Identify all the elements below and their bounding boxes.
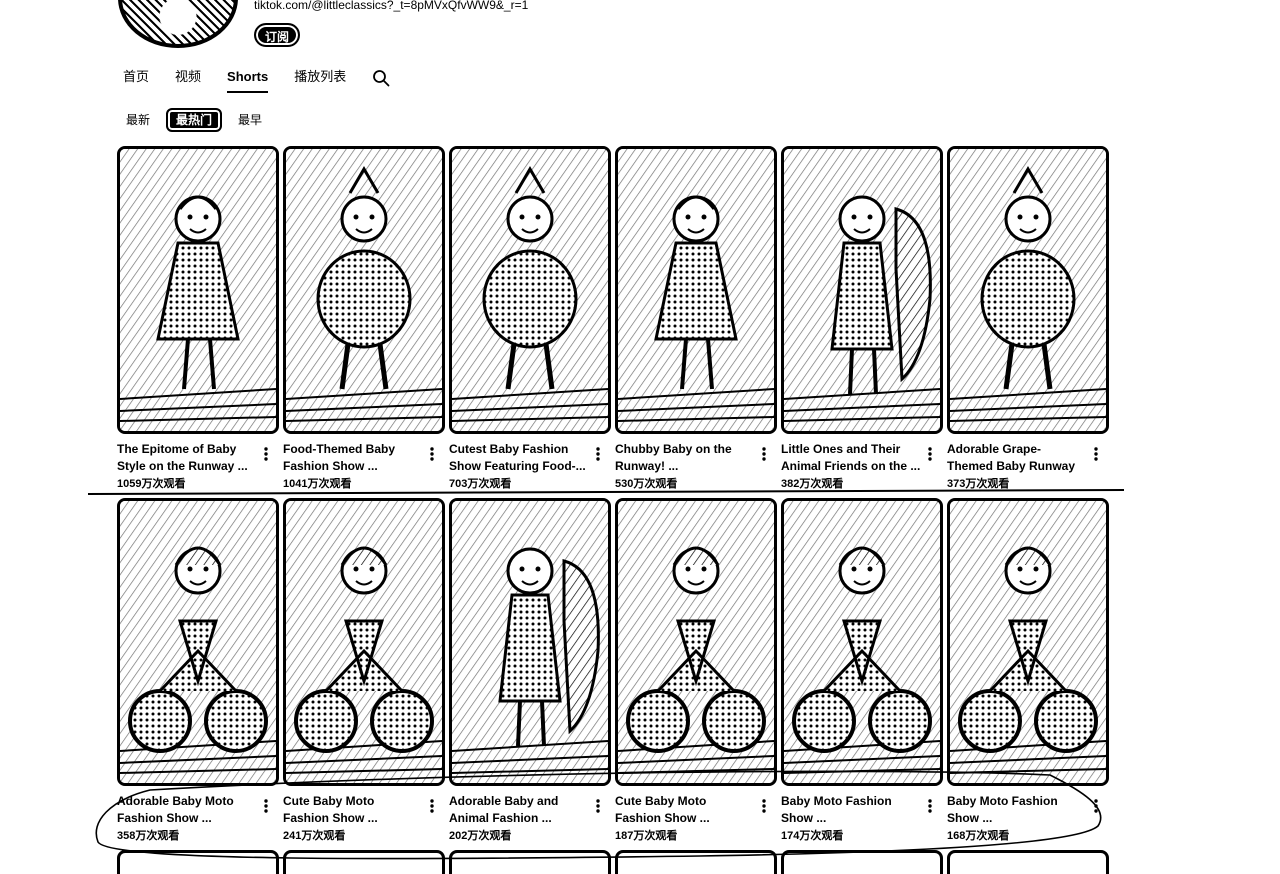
short-thumbnail[interactable] (615, 146, 777, 434)
short-card-partial[interactable] (781, 850, 943, 874)
channel-tabs: 首页 视频 Shorts 播放列表 (123, 68, 390, 98)
short-view-count: 174万次观看 (781, 830, 844, 842)
short-card[interactable]: Cute Baby Moto Fashion Show ... 187万次观看 (615, 498, 777, 844)
more-options-icon[interactable] (1091, 446, 1101, 462)
short-view-count: 1041万次观看 (283, 478, 352, 490)
short-title[interactable]: Baby Moto Fashion Show ... (947, 793, 1087, 827)
animal-friend-thumbnail-art (452, 501, 608, 783)
short-card[interactable]: Little Ones and Their Animal Friends on … (781, 146, 943, 492)
animal-friend-thumbnail-art (784, 149, 940, 431)
tab-shorts[interactable]: Shorts (227, 68, 269, 94)
short-card[interactable]: Cutest Baby Fashion Show Featuring Food-… (449, 146, 611, 492)
short-thumbnail[interactable] (117, 146, 279, 434)
short-title[interactable]: Food-Themed Baby Fashion Show ... (283, 441, 423, 475)
tab-playlists[interactable]: 播放列表 (294, 68, 346, 94)
more-options-icon[interactable] (427, 798, 437, 814)
short-title[interactable]: Chubby Baby on the Runway! ... (615, 441, 755, 475)
shorts-grid: The Epitome of Baby Style on the Runway … (117, 146, 1109, 874)
short-title[interactable]: Little Ones and Their Animal Friends on … (781, 441, 921, 475)
more-options-icon[interactable] (925, 446, 935, 462)
chip-oldest[interactable]: 最早 (230, 108, 270, 132)
short-card-partial[interactable] (449, 850, 611, 874)
short-thumbnail[interactable] (947, 850, 1109, 874)
more-options-icon[interactable] (427, 446, 437, 462)
short-view-count: 530万次观看 (615, 478, 678, 490)
child-runway-thumbnail-art (618, 149, 774, 431)
short-thumbnail[interactable] (283, 850, 445, 874)
more-options-icon[interactable] (593, 446, 603, 462)
short-card[interactable]: Cute Baby Moto Fashion Show ... 241万次观看 (283, 498, 445, 844)
short-view-count: 202万次观看 (449, 830, 512, 842)
short-card[interactable]: The Epitome of Baby Style on the Runway … (117, 146, 279, 492)
short-title[interactable]: Adorable Baby and Animal Fashion ... (449, 793, 589, 827)
motorcycle-thumbnail-art (784, 501, 940, 783)
short-card[interactable]: Food-Themed Baby Fashion Show ... 1041万次观… (283, 146, 445, 492)
short-view-count: 382万次观看 (781, 478, 844, 490)
more-options-icon[interactable] (759, 798, 769, 814)
short-card[interactable]: Chubby Baby on the Runway! ... 530万次观看 (615, 146, 777, 492)
short-thumbnail[interactable] (781, 498, 943, 786)
food-costume-thumbnail-art (452, 149, 608, 431)
short-card[interactable]: Baby Moto Fashion Show ... 168万次观看 (947, 498, 1109, 844)
search-icon[interactable] (372, 69, 390, 87)
short-view-count: 358万次观看 (117, 830, 180, 842)
short-title[interactable]: Cute Baby Moto Fashion Show ... (283, 793, 423, 827)
sort-chips: 最新 最热门 最早 (118, 108, 270, 132)
short-card[interactable]: Adorable Grape-Themed Baby Runway ... 373… (947, 146, 1109, 492)
child-runway-thumbnail-art (120, 149, 276, 431)
chip-latest[interactable]: 最新 (118, 108, 158, 132)
short-thumbnail[interactable] (947, 146, 1109, 434)
tab-home[interactable]: 首页 (123, 68, 149, 94)
short-card[interactable]: Baby Moto Fashion Show ... 174万次观看 (781, 498, 943, 844)
short-card-partial[interactable] (283, 850, 445, 874)
more-options-icon[interactable] (593, 798, 603, 814)
short-card-partial[interactable] (117, 850, 279, 874)
channel-avatar[interactable] (118, 0, 238, 48)
short-thumbnail[interactable] (117, 850, 279, 874)
channel-link[interactable]: tiktok.com/@littleclassics?_t=8pMVxQfvWW… (254, 0, 528, 12)
more-options-icon[interactable] (925, 798, 935, 814)
short-thumbnail[interactable] (781, 146, 943, 434)
more-options-icon[interactable] (261, 446, 271, 462)
more-options-icon[interactable] (261, 798, 271, 814)
short-view-count: 168万次观看 (947, 830, 1010, 842)
short-view-count: 241万次观看 (283, 830, 346, 842)
more-options-icon[interactable] (759, 446, 769, 462)
page: tiktok.com/@littleclassics?_t=8pMVxQfvWW… (0, 0, 1280, 874)
short-view-count: 703万次观看 (449, 478, 512, 490)
short-view-count: 187万次观看 (615, 830, 678, 842)
motorcycle-thumbnail-art (950, 501, 1106, 783)
short-view-count: 373万次观看 (947, 478, 1010, 490)
short-title[interactable]: Cutest Baby Fashion Show Featuring Food-… (449, 441, 589, 475)
short-view-count: 1059万次观看 (117, 478, 186, 490)
short-thumbnail[interactable] (283, 146, 445, 434)
short-thumbnail[interactable] (781, 850, 943, 874)
subscribe-button[interactable]: 订阅 (254, 23, 301, 47)
chip-popular[interactable]: 最热门 (166, 108, 223, 132)
more-options-icon[interactable] (1091, 798, 1101, 814)
short-title[interactable]: Adorable Baby Moto Fashion Show ... (117, 793, 257, 827)
short-thumbnail[interactable] (615, 850, 777, 874)
short-thumbnail[interactable] (283, 498, 445, 786)
motorcycle-thumbnail-art (120, 501, 276, 783)
short-card-partial[interactable] (947, 850, 1109, 874)
grape-costume-thumbnail-art (950, 149, 1106, 431)
short-thumbnail[interactable] (449, 850, 611, 874)
tab-videos[interactable]: 视频 (175, 68, 201, 94)
motorcycle-thumbnail-art (618, 501, 774, 783)
short-title[interactable]: Cute Baby Moto Fashion Show ... (615, 793, 755, 827)
short-thumbnail[interactable] (615, 498, 777, 786)
short-title[interactable]: The Epitome of Baby Style on the Runway … (117, 441, 257, 475)
short-title[interactable]: Adorable Grape-Themed Baby Runway ... (947, 441, 1087, 475)
short-thumbnail[interactable] (117, 498, 279, 786)
short-thumbnail[interactable] (449, 498, 611, 786)
short-thumbnail[interactable] (449, 146, 611, 434)
short-card[interactable]: Adorable Baby and Animal Fashion ... 202万… (449, 498, 611, 844)
motorcycle-thumbnail-art (286, 501, 442, 783)
short-card[interactable]: Adorable Baby Moto Fashion Show ... 358万次… (117, 498, 279, 844)
short-title[interactable]: Baby Moto Fashion Show ... (781, 793, 921, 827)
food-costume-thumbnail-art (286, 149, 442, 431)
short-thumbnail[interactable] (947, 498, 1109, 786)
short-card-partial[interactable] (615, 850, 777, 874)
